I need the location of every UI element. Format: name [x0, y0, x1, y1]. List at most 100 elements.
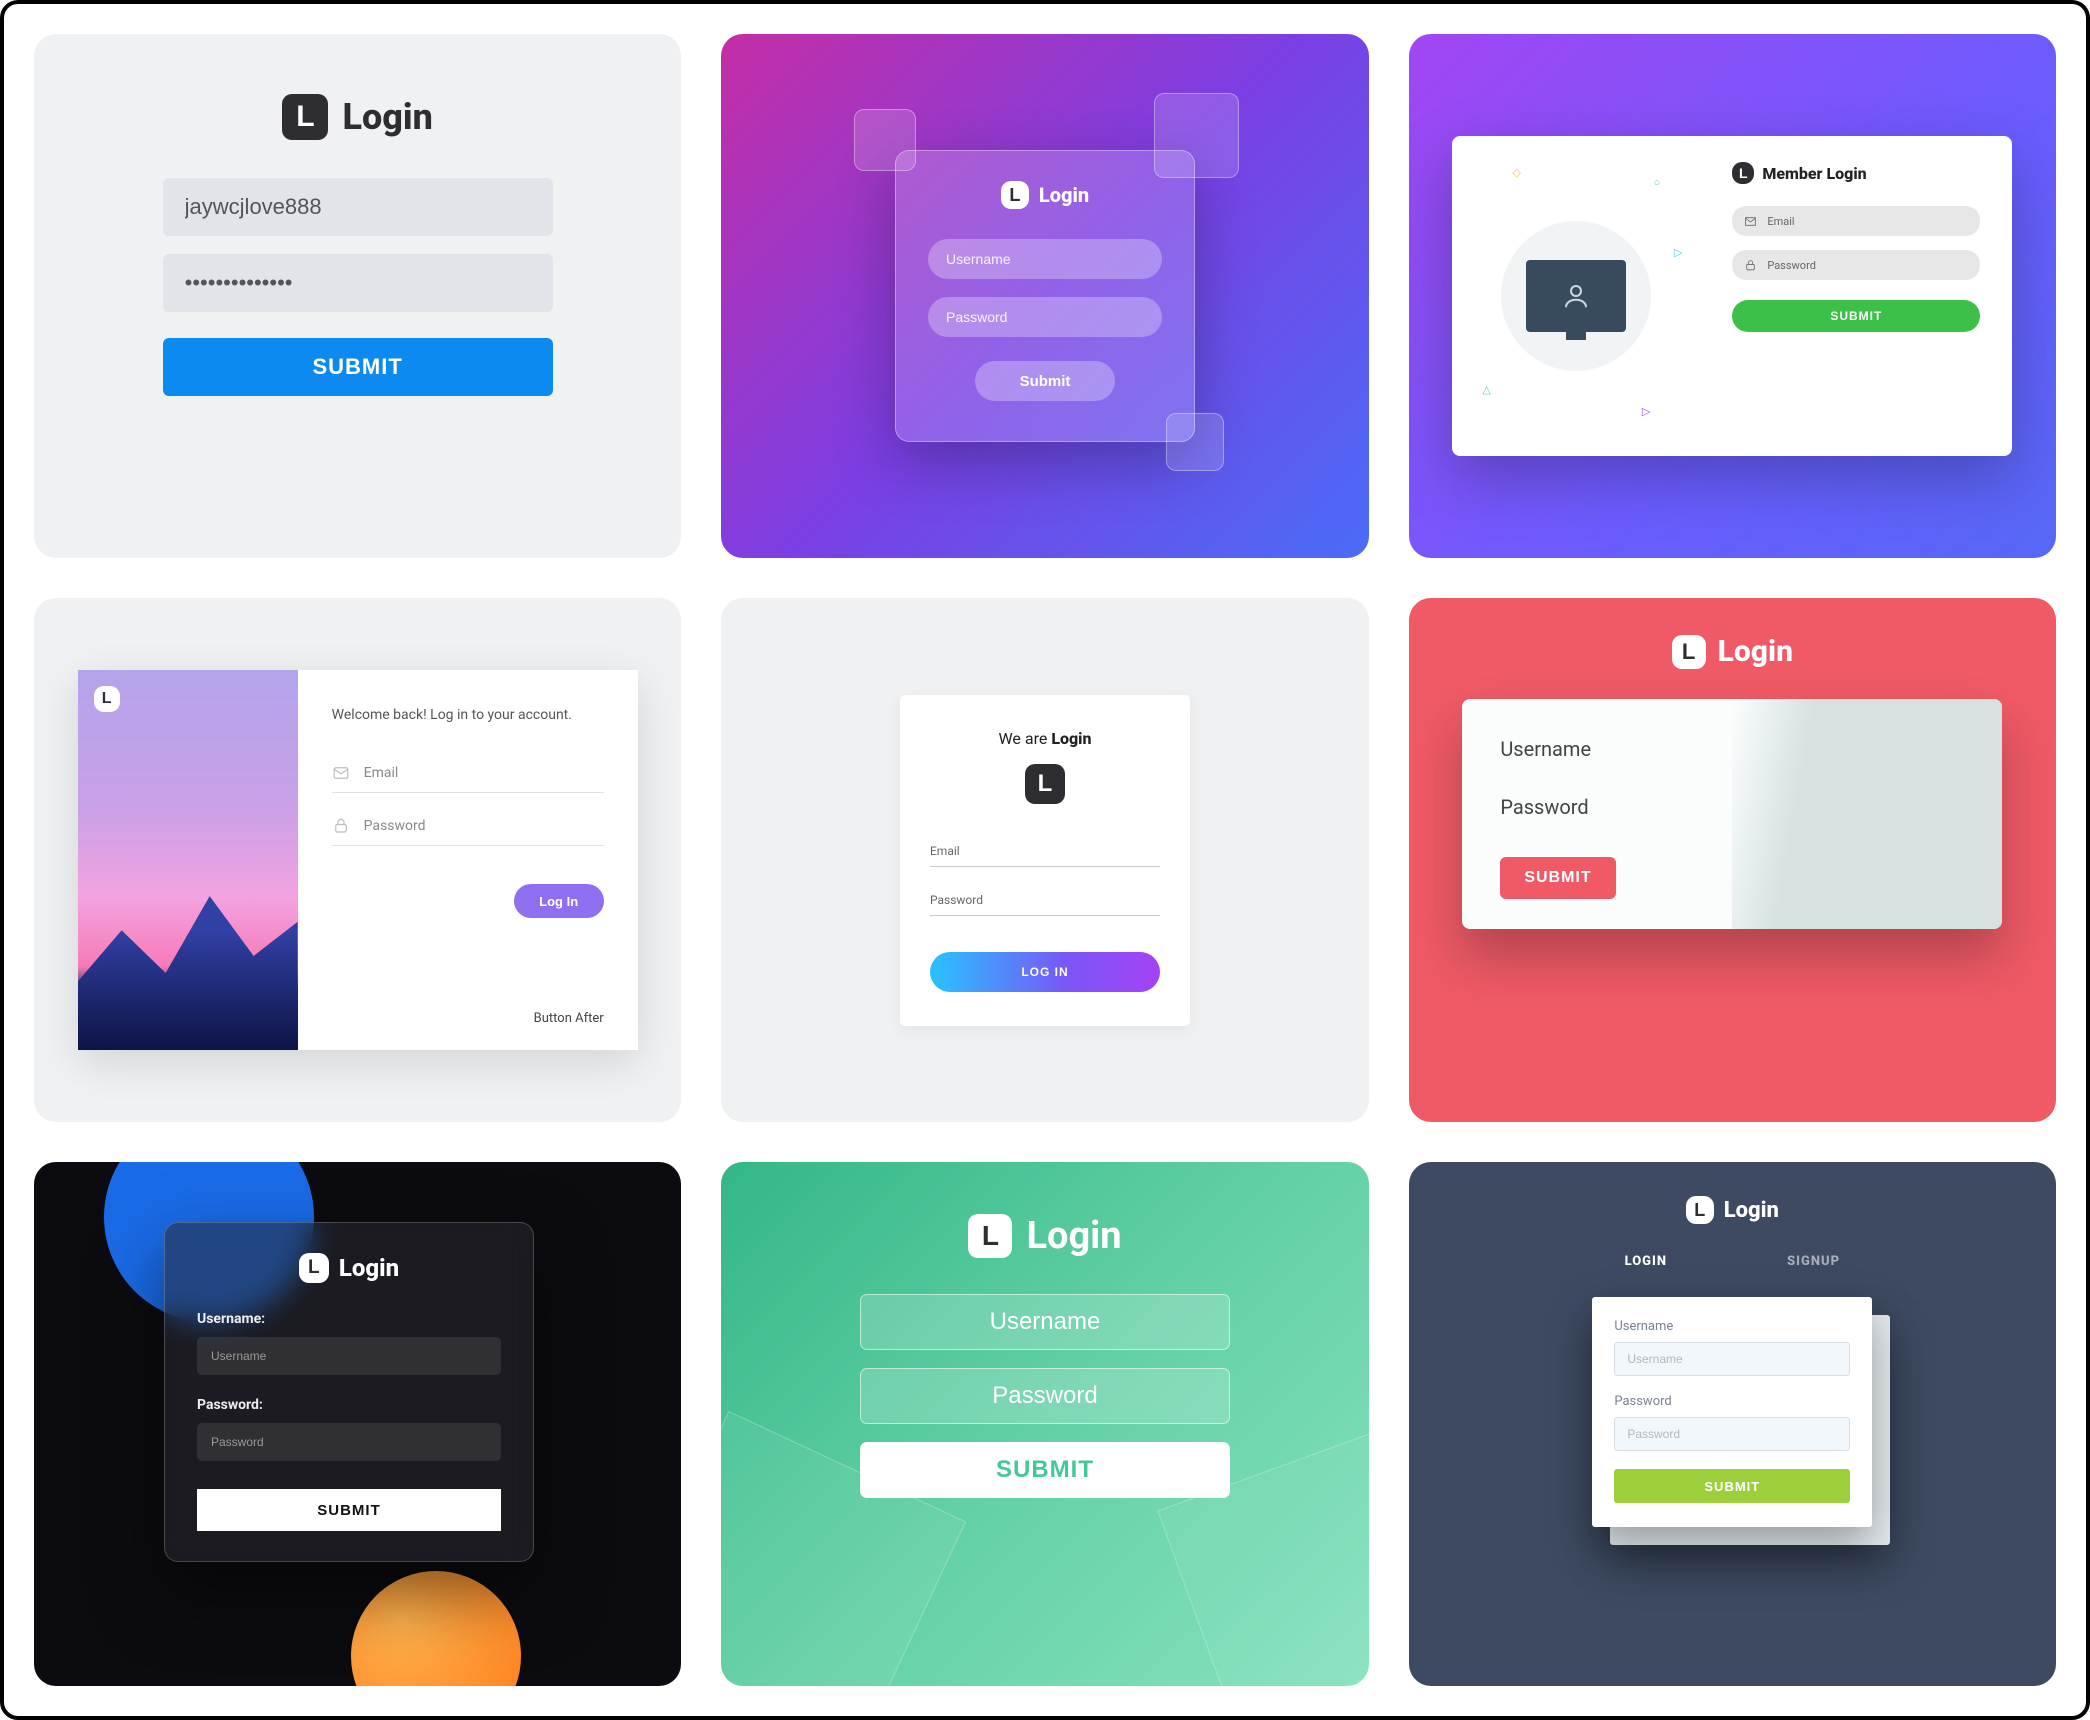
user-icon	[1561, 281, 1591, 311]
password-label: Password	[1614, 1394, 1850, 1409]
panel: ◇ ○ △ ▷ ▷ L Member Login Email	[1452, 136, 2012, 456]
login-card-glass-gradient: L Login Submit	[721, 34, 1368, 558]
login-card-basic: L Login SUBMIT	[34, 34, 681, 558]
login-card-red: L Login Username Password SUBMIT	[1409, 598, 2056, 1122]
logo-icon: L	[1732, 162, 1754, 184]
password-input[interactable]	[928, 297, 1162, 337]
login-button[interactable]: LOG IN	[930, 952, 1160, 992]
email-field[interactable]: Email	[930, 844, 1160, 867]
submit-button[interactable]: SUBMIT	[197, 1489, 501, 1531]
login-card-tabs: L Login LOGIN SIGNUP Username Password S…	[1409, 1162, 2056, 1686]
tab-login[interactable]: LOGIN	[1625, 1254, 1667, 1269]
card-title: Member Login	[1762, 164, 1866, 183]
logo-icon: L	[1686, 1196, 1714, 1224]
form-area: Welcome back! Log in to your account. Em…	[298, 670, 638, 1050]
submit-button[interactable]: SUBMIT	[1614, 1469, 1850, 1503]
password-input[interactable]	[197, 1423, 501, 1461]
monitor-ring	[1501, 221, 1651, 371]
password-label: Password	[364, 818, 426, 834]
logo-icon: L	[94, 686, 120, 712]
tab-signup[interactable]: SIGNUP	[1787, 1254, 1840, 1269]
logo-icon: L	[1025, 764, 1065, 804]
glass-panel: L Login Username: Password: SUBMIT	[164, 1222, 534, 1562]
title-row: L Login	[1001, 181, 1089, 209]
submit-button[interactable]: SUBMIT	[1732, 300, 1980, 332]
submit-button[interactable]: Submit	[975, 361, 1115, 401]
circle-decor-icon	[351, 1571, 521, 1686]
lock-icon	[1744, 259, 1757, 272]
mountain-decor-icon	[78, 879, 298, 1050]
heading: We are Login	[998, 729, 1091, 748]
title-row: L Login	[197, 1253, 501, 1283]
panel: Username Password SUBMIT	[1592, 1297, 1872, 1527]
email-label: Email	[1767, 215, 1794, 228]
password-field[interactable]: Password	[1500, 795, 1964, 819]
dot-decor-icon: ◇	[1512, 166, 1520, 179]
login-card-weare: We are Login L Email Password LOG IN	[721, 598, 1368, 1122]
auth-tabs: LOGIN SIGNUP	[1625, 1254, 1840, 1269]
dot-decor-icon: ○	[1654, 176, 1661, 189]
button-after-text: Button After	[332, 1011, 604, 1026]
logo-icon: L	[1001, 181, 1029, 209]
heading-pre: We are	[998, 729, 1051, 748]
form-area: L Member Login Email Password SUBMIT	[1700, 136, 2012, 456]
decor-square-icon	[1166, 413, 1224, 471]
dot-decor-icon: ▷	[1674, 246, 1682, 259]
dot-decor-icon: △	[1482, 383, 1490, 396]
glass-panel: L Login Submit	[895, 150, 1195, 442]
username-field[interactable]: Username	[1500, 737, 1964, 761]
panel: We are Login L Email Password LOG IN	[900, 695, 1190, 1026]
card-title: Login	[1724, 1198, 1779, 1223]
username-input[interactable]	[928, 239, 1162, 279]
heading-bold: Login	[1051, 729, 1091, 748]
lock-icon	[332, 817, 350, 835]
mail-icon	[332, 764, 350, 782]
title-row: L Login	[968, 1214, 1121, 1258]
email-field[interactable]: Email	[1732, 206, 1980, 236]
username-input[interactable]	[1614, 1342, 1850, 1376]
decor-square-icon	[1154, 93, 1239, 178]
logo-icon: L	[282, 94, 328, 140]
monitor-icon	[1526, 260, 1626, 332]
card-title: Login	[1026, 1214, 1121, 1258]
card-title: Login	[1039, 183, 1089, 207]
panel: Username Password SUBMIT	[1462, 699, 2002, 929]
email-label: Email	[364, 765, 399, 781]
password-input[interactable]	[860, 1368, 1230, 1424]
login-button[interactable]: Log In	[514, 884, 604, 918]
card-title: Login	[339, 1254, 399, 1282]
password-input[interactable]	[1614, 1417, 1850, 1451]
login-card-member: ◇ ○ △ ▷ ▷ L Member Login Email	[1409, 34, 2056, 558]
password-input[interactable]	[163, 254, 553, 312]
logo-icon: L	[1672, 635, 1706, 669]
mail-icon	[1744, 215, 1757, 228]
login-card-green: L Login SUBMIT	[721, 1162, 1368, 1686]
title-row: L Member Login	[1732, 162, 1980, 184]
title-row: L Login	[1672, 634, 1793, 669]
dot-decor-icon: ▷	[1642, 405, 1650, 418]
submit-button[interactable]: SUBMIT	[860, 1442, 1230, 1498]
password-label: Password	[1767, 259, 1816, 272]
panel: L Welcome back! Log in to your account. …	[78, 670, 638, 1050]
submit-button[interactable]: SUBMIT	[163, 338, 553, 396]
side-image: L	[78, 670, 298, 1050]
submit-button[interactable]: SUBMIT	[1500, 857, 1615, 899]
panel-stack: Username Password SUBMIT	[1592, 1297, 1872, 1527]
login-templates-grid: L Login SUBMIT L Login Submit ◇ ○ △	[34, 34, 2056, 1686]
username-input[interactable]	[163, 178, 553, 236]
username-label: Username	[1614, 1319, 1850, 1334]
login-card-dark-glass: L Login Username: Password: SUBMIT	[34, 1162, 681, 1686]
login-card-welcome: L Welcome back! Log in to your account. …	[34, 598, 681, 1122]
card-title: Login	[342, 96, 432, 138]
welcome-text: Welcome back! Log in to your account.	[332, 704, 604, 726]
username-input[interactable]	[860, 1294, 1230, 1350]
password-field[interactable]: Password	[1732, 250, 1980, 280]
email-field[interactable]: Email	[332, 754, 604, 793]
username-label: Username:	[197, 1311, 501, 1327]
password-field[interactable]: Password	[332, 807, 604, 846]
title-row: L Login	[1686, 1196, 1779, 1224]
title-row: L Login	[282, 94, 432, 140]
username-input[interactable]	[197, 1337, 501, 1375]
password-label: Password:	[197, 1397, 501, 1413]
password-field[interactable]: Password	[930, 893, 1160, 916]
